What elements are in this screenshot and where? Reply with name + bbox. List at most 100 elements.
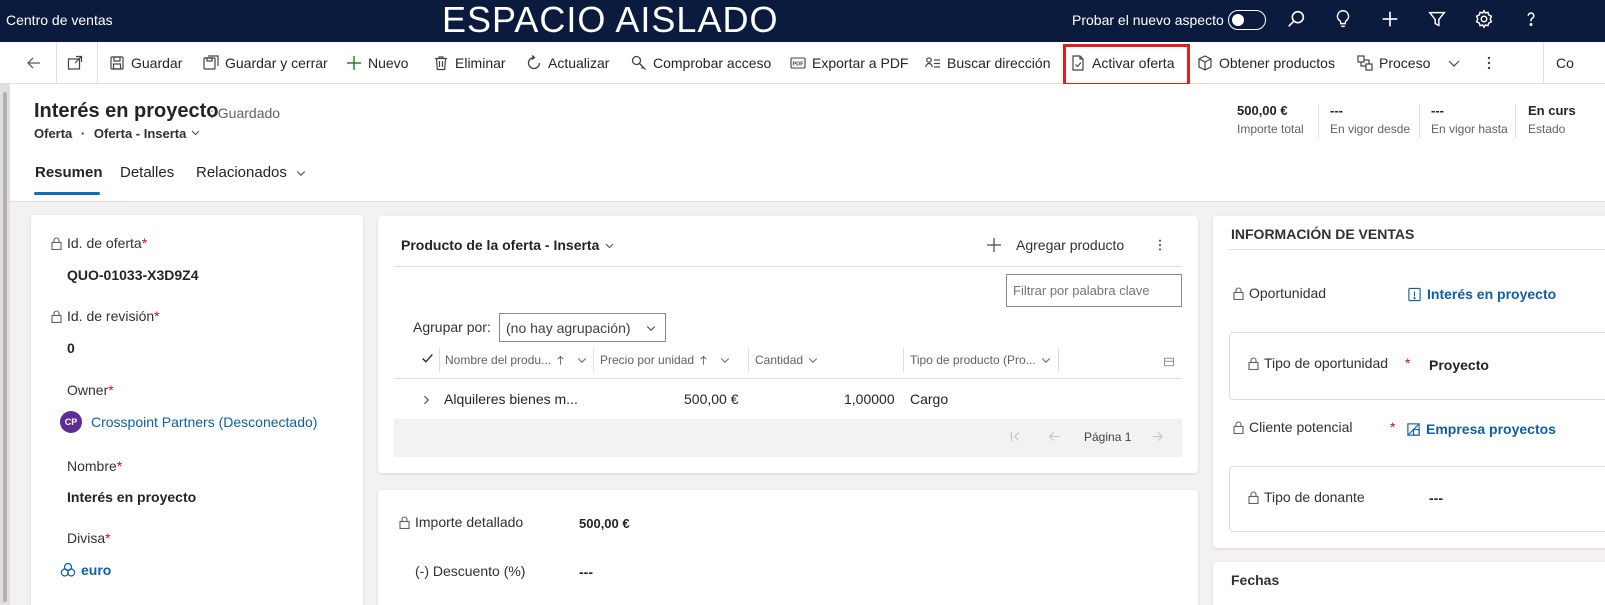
kpi-total-amount: 500,00 € Importe total [1237, 103, 1304, 136]
name-value[interactable]: Interés en proyecto [67, 489, 196, 505]
kpi-effective-to: --- En vigor hasta [1431, 103, 1508, 136]
column-header-product-type[interactable]: Tipo de producto (Pro... [910, 353, 1052, 367]
sales-info-heading: INFORMACIÓN DE VENTAS [1231, 226, 1415, 242]
table-row[interactable]: Alquileres bienes m... 500,00 € 1,00000 … [394, 379, 1182, 419]
row-product-name[interactable]: Alquileres bienes m... [444, 391, 578, 407]
opportunity-icon [1408, 287, 1421, 301]
open-new-window-button[interactable] [67, 42, 83, 84]
process-flow-icon [1357, 55, 1373, 71]
save-close-icon [203, 55, 219, 70]
command-bar: Guardar Guardar y cerrar Nuevo Eliminar … [0, 42, 1605, 84]
lock-icon [51, 309, 62, 323]
more-vertical-icon [1487, 56, 1491, 70]
row-quantity: 1,00000 [844, 391, 895, 407]
opportunity-type-value[interactable]: Proyecto [1429, 357, 1489, 373]
donor-type-value[interactable]: --- [1429, 490, 1443, 506]
plus-icon[interactable] [1379, 8, 1403, 32]
open-window-icon [67, 55, 83, 70]
chevron-down-icon [191, 130, 200, 136]
new-look-toggle[interactable] [1228, 10, 1266, 30]
discount-value[interactable]: --- [579, 564, 593, 580]
select-all-checkbox[interactable] [421, 352, 434, 365]
currency-icon [60, 562, 76, 577]
page-indicator: Página 1 [1084, 430, 1132, 444]
chevron-down-icon [1041, 358, 1050, 363]
row-product-type: Cargo [910, 391, 949, 407]
required-indicator: * [1405, 355, 1411, 371]
search-icon[interactable] [1285, 8, 1309, 32]
opportunity-type-label: Tipo de oportunidad [1248, 355, 1388, 371]
filter-icon[interactable] [1426, 8, 1450, 32]
page-scrollbar[interactable] [0, 84, 10, 605]
address-icon [925, 57, 940, 68]
column-header-quantity[interactable]: Cantidad [755, 353, 819, 367]
trash-icon [435, 56, 447, 71]
more-commands-button[interactable] [1481, 42, 1497, 84]
lock-icon [1248, 490, 1259, 504]
column-header-product-name[interactable]: Nombre del produ... [445, 353, 588, 367]
new-button[interactable]: Nuevo [346, 42, 408, 84]
chevron-down-icon [577, 358, 587, 363]
help-icon[interactable] [1520, 8, 1544, 32]
box-icon [1198, 55, 1212, 71]
save-and-close-button[interactable]: Guardar y cerrar [203, 42, 328, 84]
add-product-button[interactable]: Agregar producto [986, 237, 1124, 253]
gear-icon[interactable] [1473, 8, 1497, 32]
first-page-icon[interactable] [1009, 430, 1022, 443]
check-access-button[interactable]: Comprobar acceso [631, 42, 771, 84]
export-pdf-button[interactable]: PDF Exportar a PDF [790, 42, 908, 84]
amounts-card [378, 490, 1198, 605]
overflow-command[interactable]: Co [1556, 42, 1574, 84]
products-more-button[interactable] [1153, 238, 1167, 252]
keyword-filter-input[interactable] [1006, 274, 1182, 307]
process-button[interactable]: Proceso [1357, 42, 1462, 84]
next-page-icon[interactable] [1151, 430, 1164, 443]
form-selector[interactable]: Oferta - Inserta [94, 126, 186, 141]
name-label: Nombre* [67, 458, 123, 474]
lock-icon [1233, 420, 1244, 434]
refresh-icon [527, 55, 541, 70]
dates-heading: Fechas [1231, 572, 1280, 588]
lock-icon [399, 515, 410, 529]
owner-link[interactable]: Crosspoint Partners (Desconectado) [91, 414, 317, 430]
find-address-button[interactable]: Buscar dirección [925, 42, 1051, 84]
quote-id-value: QUO-01033-X3D9Z4 [67, 267, 199, 283]
revision-id-value: 0 [67, 340, 75, 356]
detailed-amount-value: 500,00 € [579, 516, 630, 531]
account-icon [1407, 422, 1420, 436]
back-button[interactable] [26, 42, 42, 84]
products-view-selector[interactable]: Producto de la oferta - Inserta [401, 237, 615, 253]
sort-ascending-icon [557, 355, 564, 365]
entity-name: Oferta [34, 126, 73, 141]
chevron-right-icon[interactable] [420, 394, 432, 406]
column-options-icon[interactable] [1163, 356, 1175, 368]
tab-summary[interactable]: Resumen [35, 164, 103, 181]
tab-details[interactable]: Detalles [120, 164, 174, 181]
kpi-status: En curs Estado [1528, 103, 1576, 136]
save-status: : Guardado [210, 105, 281, 121]
plus-icon [347, 56, 361, 70]
save-icon [110, 56, 124, 70]
group-by-select[interactable]: (no hay agrupación) [499, 313, 666, 342]
delete-button[interactable]: Eliminar [433, 42, 506, 84]
required-indicator: * [1390, 419, 1396, 435]
column-header-unit-price[interactable]: Precio por unidad [600, 353, 731, 367]
app-title[interactable]: Centro de ventas [6, 12, 113, 28]
currency-link[interactable]: euro [60, 562, 111, 578]
tab-related[interactable]: Relacionados [196, 164, 307, 181]
chevron-down-icon [1448, 60, 1460, 67]
arrow-left-icon [27, 57, 40, 69]
plus-icon [987, 238, 1001, 252]
save-button[interactable]: Guardar [109, 42, 182, 84]
prospect-link[interactable]: Empresa proyectos [1406, 421, 1556, 437]
kpi-effective-from: --- En vigor desde [1330, 103, 1411, 136]
page-title: Interés en proyecto [34, 100, 219, 122]
refresh-button[interactable]: Actualizar [526, 42, 609, 84]
environment-banner: ESPACIO AISLADO [442, 0, 779, 40]
row-unit-price: 500,00 € [684, 391, 739, 407]
lightbulb-icon[interactable] [1332, 8, 1356, 32]
more-vertical-icon [1158, 239, 1162, 251]
previous-page-icon[interactable] [1048, 430, 1061, 443]
opportunity-link[interactable]: Interés en proyecto [1407, 286, 1556, 302]
get-products-button[interactable]: Obtener productos [1197, 42, 1335, 84]
